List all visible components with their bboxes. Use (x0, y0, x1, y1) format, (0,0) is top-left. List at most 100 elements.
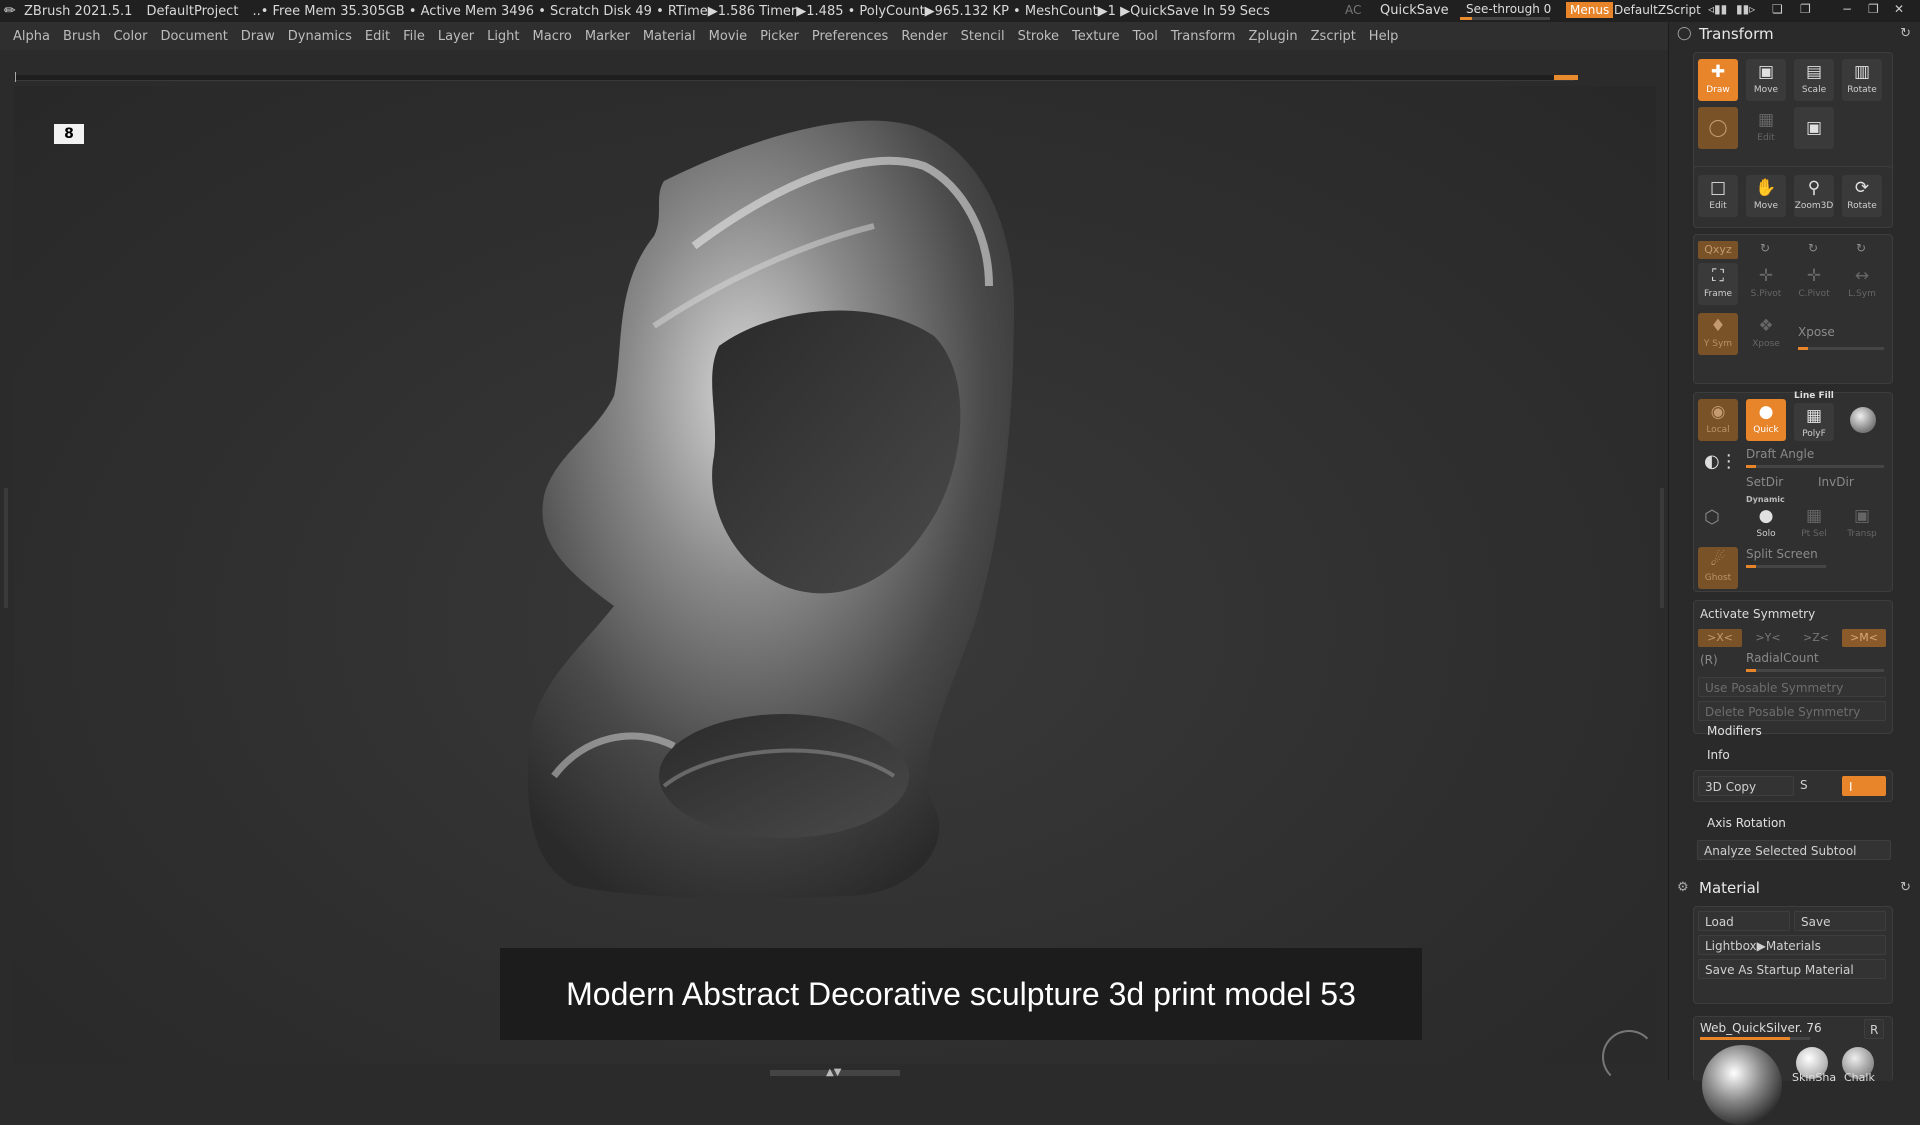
canvas-viewport[interactable]: 8 Modern Abstract Decorative sculpture 3… (14, 86, 1656, 1084)
menu-item[interactable]: Stencil (961, 29, 1005, 44)
menu-item[interactable]: Tool (1133, 29, 1158, 44)
xyz-toggle[interactable]: Qxyz (1698, 241, 1738, 259)
transform-title[interactable]: Transform (1699, 25, 1774, 45)
close-icon[interactable]: ✕ (1894, 2, 1904, 16)
move-button[interactable]: ▣ Move (1746, 59, 1786, 101)
x-symmetry-toggle[interactable]: >X< (1698, 629, 1742, 647)
analyze-selected-subtool-button[interactable]: Analyze Selected Subtool (1697, 840, 1891, 860)
menu-item[interactable]: Marker (585, 29, 630, 44)
minimize-icon[interactable]: − (1842, 2, 1852, 16)
modifiers-section[interactable]: Modifiers (1707, 724, 1762, 738)
menu-item[interactable]: Document (160, 29, 227, 44)
menus-toggle[interactable]: Menus (1566, 2, 1614, 18)
material-save-button[interactable]: Save (1794, 911, 1886, 931)
3d-copy-button[interactable]: 3D Copy (1698, 776, 1794, 796)
menu-item[interactable]: Preferences (812, 29, 888, 44)
menu-item[interactable]: Texture (1072, 29, 1120, 44)
l-sym-button[interactable]: ↔ L.Sym (1842, 263, 1882, 305)
c-pivot-button[interactable]: ✛ C.Pivot (1794, 263, 1834, 305)
pan-button[interactable]: ✋ Move (1746, 175, 1786, 217)
menu-item[interactable]: Dynamics (288, 29, 352, 44)
info-section[interactable]: Info (1707, 748, 1730, 762)
menu-item[interactable]: Alpha (13, 29, 50, 44)
m-symmetry-toggle[interactable]: >M< (1842, 629, 1886, 647)
project-name[interactable]: DefaultProject (146, 4, 238, 19)
x-axis-icon[interactable]: ↻ (1760, 241, 1770, 255)
transp-button[interactable]: ▣ Transp (1842, 503, 1882, 541)
local-button[interactable]: ◉ Local (1698, 399, 1738, 441)
material-slider[interactable] (1700, 1037, 1810, 1040)
edit-nav-button[interactable]: □ Edit (1698, 175, 1738, 217)
setdir-button[interactable]: SetDir (1746, 475, 1783, 489)
radial-count-slider[interactable] (1746, 669, 1884, 672)
menu-item[interactable]: Brush (63, 29, 101, 44)
xpose-button[interactable]: ❖ Xpose (1746, 313, 1786, 355)
menu-item[interactable]: File (403, 29, 425, 44)
i-toggle[interactable]: I (1842, 776, 1886, 796)
quick-button[interactable]: ● Quick (1746, 399, 1786, 441)
y-axis-icon[interactable]: ↻ (1808, 241, 1818, 255)
ac-toggle[interactable]: AC (1345, 3, 1361, 17)
y-sym-button[interactable]: ♦ Y Sym (1698, 313, 1738, 355)
window-tile-icon[interactable]: ❏ (1772, 2, 1783, 16)
menu-item[interactable]: Zplugin (1249, 29, 1298, 44)
navigation-dial[interactable] (1602, 1030, 1656, 1084)
lightbox-materials-button[interactable]: Lightbox▶Materials (1698, 935, 1886, 955)
left-tray-grip[interactable] (4, 488, 8, 608)
s-toggle[interactable]: S (1800, 778, 1808, 792)
right-tray-grip[interactable] (1660, 488, 1664, 608)
see-through-slider[interactable] (1460, 17, 1550, 20)
ghost-button[interactable]: ☄ Ghost (1698, 547, 1738, 589)
sphere-button[interactable]: ◯ (1698, 107, 1738, 149)
default-zscript-button[interactable]: DefaultZScript (1614, 3, 1701, 17)
window-swap-icon[interactable]: ❐ (1800, 2, 1811, 16)
menu-item[interactable]: Transform (1171, 29, 1236, 44)
edit-mode-button[interactable]: ▦ Edit (1746, 107, 1786, 149)
z-symmetry-toggle[interactable]: >Z< (1794, 629, 1838, 647)
draft-angle-slider[interactable] (1746, 465, 1884, 468)
polyf-button[interactable]: ▦ PolyF (1794, 403, 1834, 441)
axis-rotation-section[interactable]: Axis Rotation (1707, 816, 1786, 830)
see-through-slider-label[interactable]: See-through 0 (1466, 2, 1551, 16)
z-axis-icon[interactable]: ↻ (1856, 241, 1866, 255)
menu-item[interactable]: Layer (438, 29, 474, 44)
material-preview-sphere[interactable] (1702, 1045, 1782, 1125)
menu-item[interactable]: Movie (709, 29, 747, 44)
bottom-tray-grip[interactable]: ▲▼ (770, 1067, 900, 1078)
layout-right-icon[interactable]: ▮▮▹ (1736, 2, 1755, 16)
s-pivot-button[interactable]: ✛ S.Pivot (1746, 263, 1786, 305)
draw-button[interactable]: ✚ Draw (1698, 59, 1738, 101)
cube-icon[interactable]: ⬡ (1704, 507, 1720, 528)
menu-item[interactable]: Render (901, 29, 947, 44)
layout-left-icon[interactable]: ◃▮▮ (1708, 2, 1727, 16)
quicksave-button[interactable]: QuickSave (1380, 3, 1449, 18)
menu-item[interactable]: Edit (365, 29, 390, 44)
material-refresh-icon[interactable]: ↻ (1900, 880, 1911, 895)
tray-toggle-icon[interactable]: ▲▼ (826, 1067, 841, 1078)
invdir-button[interactable]: InvDir (1818, 475, 1854, 489)
menu-item[interactable]: Picker (760, 29, 799, 44)
menu-item[interactable]: Color (113, 29, 147, 44)
activate-symmetry-button[interactable]: Activate Symmetry (1700, 607, 1815, 621)
timeline-ruler[interactable] (14, 72, 1578, 82)
menu-item[interactable]: Zscript (1311, 29, 1356, 44)
scale-button[interactable]: ▤ Scale (1794, 59, 1834, 101)
menu-item[interactable]: Stroke (1018, 29, 1059, 44)
radial-toggle[interactable]: (R) (1700, 653, 1718, 667)
menu-item[interactable]: Macro (533, 29, 572, 44)
material-title[interactable]: Material (1699, 879, 1760, 899)
delete-posable-symmetry-button[interactable]: Delete Posable Symmetry (1698, 701, 1886, 721)
material-load-button[interactable]: Load (1698, 911, 1790, 931)
save-as-startup-material-button[interactable]: Save As Startup Material (1698, 959, 1886, 979)
sculpture-model[interactable] (14, 86, 1656, 1064)
solo-button[interactable]: ● Solo (1746, 503, 1786, 541)
contrast-icon[interactable]: ◐⋮ (1704, 451, 1738, 472)
use-posable-symmetry-button[interactable]: Use Posable Symmetry (1698, 677, 1886, 697)
rotate-button[interactable]: ▥ Rotate (1842, 59, 1882, 101)
snapshot-button[interactable]: ▣ (1794, 107, 1834, 149)
xpose-slider[interactable] (1798, 347, 1884, 350)
render-sphere-button[interactable] (1850, 407, 1876, 433)
menu-item[interactable]: Help (1369, 29, 1399, 44)
menu-item[interactable]: Draw (241, 29, 275, 44)
maximize-icon[interactable]: ❐ (1868, 2, 1879, 16)
